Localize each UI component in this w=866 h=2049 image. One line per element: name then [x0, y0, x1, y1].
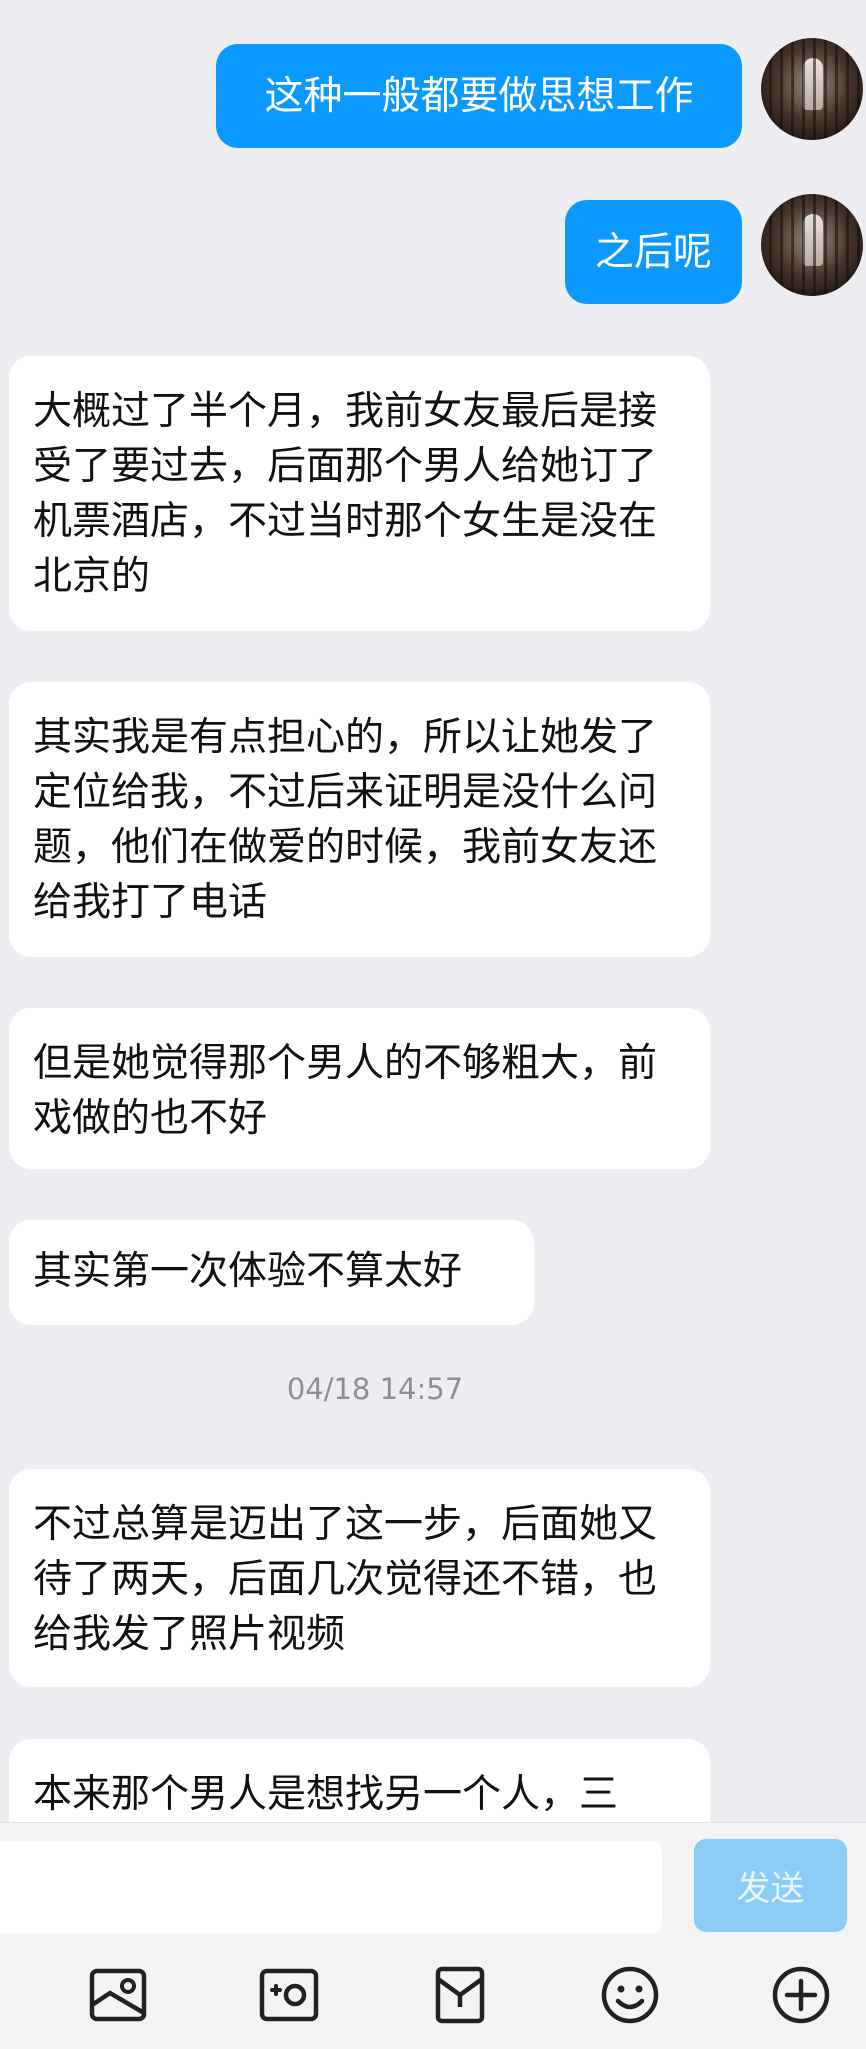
send-button[interactable]: 发送: [694, 1839, 847, 1932]
shopping-bag-icon[interactable]: [428, 1963, 492, 2027]
incoming-message-bubble[interactable]: 本来那个男人是想找另一个人，三: [9, 1739, 710, 1822]
message-input[interactable]: [0, 1841, 662, 1933]
message-text: 之后呢: [594, 229, 712, 275]
outgoing-message-bubble[interactable]: 之后呢: [565, 200, 742, 304]
message-text: 不过总算是迈出了这一步，后面她又待了两天，后面几次觉得还不错，也给我发了照片视频: [33, 1502, 658, 1657]
incoming-message-bubble[interactable]: 其实第一次体验不算太好: [9, 1220, 534, 1325]
message-text: 但是她觉得那个男人的不够粗大，前戏做的也不好: [33, 1041, 658, 1141]
image-icon[interactable]: [86, 1963, 150, 2027]
user-avatar[interactable]: [761, 194, 863, 296]
incoming-message-bubble[interactable]: 大概过了半个月，我前女友最后是接受了要过去，后面那个男人给她订了机票酒店，不过当…: [9, 356, 710, 631]
composer-bar: 发送: [0, 1822, 866, 2049]
message-text: 其实我是有点担心的，所以让她发了定位给我，不过后来证明是没什么问题，他们在做爱的…: [33, 715, 658, 925]
outgoing-message-bubble[interactable]: 这种一般都要做思想工作: [216, 44, 742, 148]
plus-circle-icon[interactable]: [769, 1963, 833, 2027]
message-text: 大概过了半个月，我前女友最后是接受了要过去，后面那个男人给她订了机票酒店，不过当…: [33, 389, 658, 599]
camera-icon[interactable]: [257, 1963, 321, 2027]
message-timestamp: 04/18 14:57: [286, 1372, 464, 1406]
incoming-message-bubble[interactable]: 不过总算是迈出了这一步，后面她又待了两天，后面几次觉得还不错，也给我发了照片视频: [9, 1469, 710, 1687]
message-text: 本来那个男人是想找另一个人，三: [33, 1772, 619, 1817]
avatar-photo-bars: [761, 194, 863, 296]
message-text: 其实第一次体验不算太好: [33, 1249, 463, 1294]
incoming-message-bubble[interactable]: 但是她觉得那个男人的不够粗大，前戏做的也不好: [9, 1008, 710, 1169]
chat-message-list[interactable]: 这种一般都要做思想工作 之后呢 大概过了半个月，我前女友最后是接受了要过去，后面…: [0, 0, 866, 1822]
incoming-message-bubble[interactable]: 其实我是有点担心的，所以让她发了定位给我，不过后来证明是没什么问题，他们在做爱的…: [9, 682, 710, 957]
message-text: 这种一般都要做思想工作: [264, 73, 694, 119]
user-avatar[interactable]: [761, 38, 863, 140]
avatar-photo-bars: [761, 38, 863, 140]
emoji-icon[interactable]: [598, 1963, 662, 2027]
